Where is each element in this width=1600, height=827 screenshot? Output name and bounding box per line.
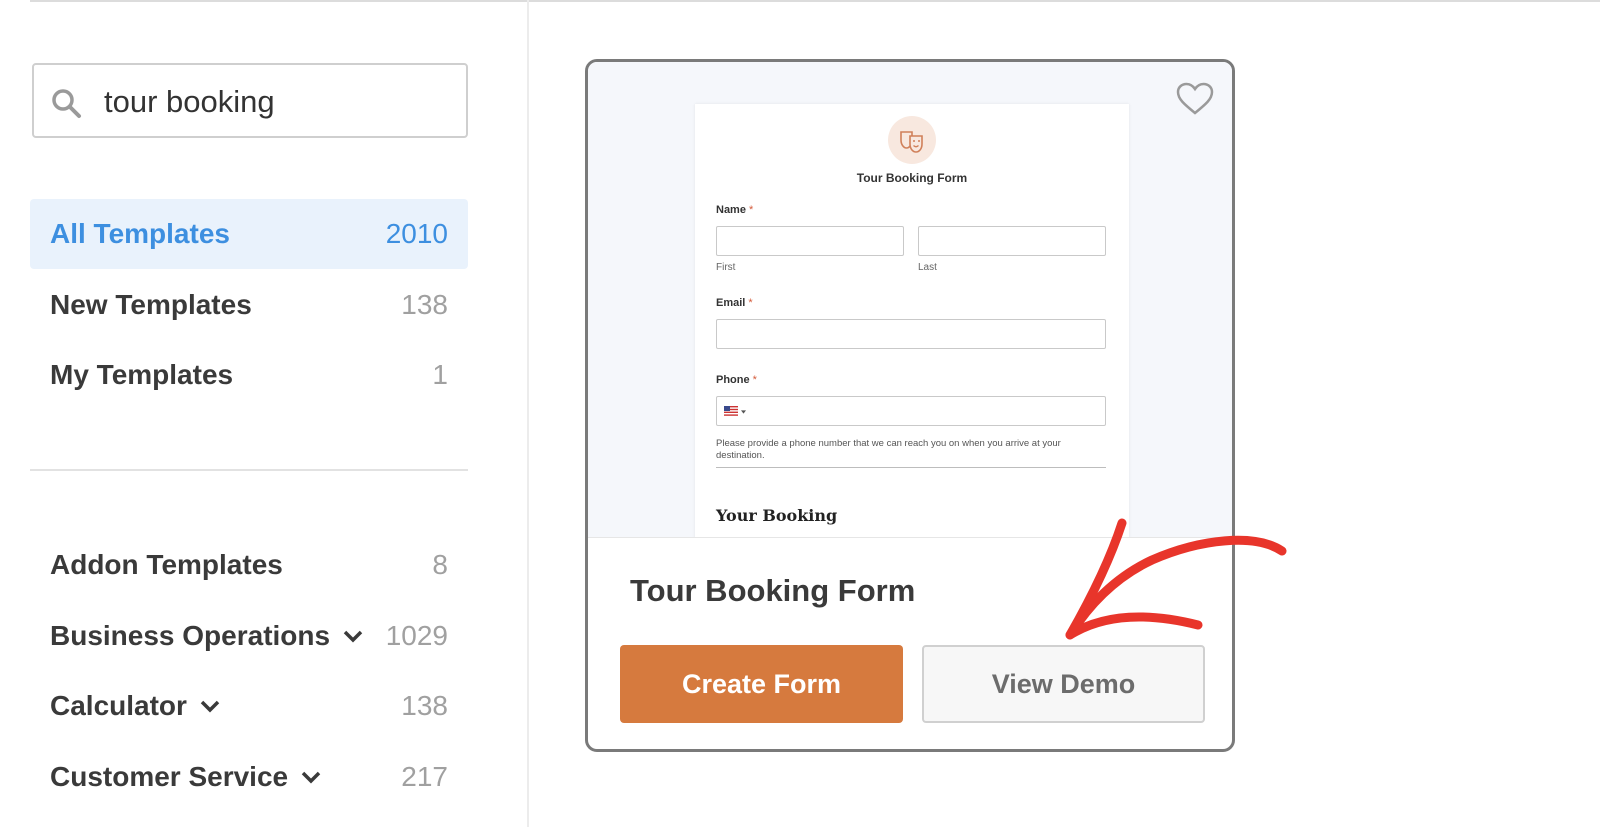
template-preview[interactable]: Tour Booking Form Name * First Last Email… [588,62,1232,538]
sidebar-item-count: 217 [401,761,448,792]
required-mark: * [748,297,753,309]
first-sublabel: First [716,262,736,273]
sidebar-separator [30,469,468,471]
chevron-down-icon[interactable] [342,629,364,643]
theater-masks-icon [888,116,936,164]
sidebar-item-label: Business Operations [50,620,331,651]
chevron-down-icon[interactable] [199,699,221,713]
sidebar-item-label: Addon Templates [50,549,283,580]
sidebar-item-all-templates[interactable]: All Templates 2010 [30,199,468,269]
sidebar-item-label: Calculator [50,690,187,721]
sidebar-item-count: 138 [401,289,448,320]
last-sublabel: Last [918,262,937,273]
create-form-button[interactable]: Create Form [620,645,903,723]
email-label-text: Email [716,297,746,309]
template-card[interactable]: Tour Booking Form Name * First Last Email… [585,59,1235,752]
name-field-label: Name * [716,204,753,216]
sidebar-item-label: New Templates [50,289,252,320]
search-input[interactable]: tour booking [32,63,468,138]
sidebar-item-count: 1029 [385,620,448,651]
top-rule [30,0,1600,2]
sidebar-item-my-templates[interactable]: My Templates 1 [30,340,468,410]
form-preview-sheet: Tour Booking Form Name * First Last Email… [695,104,1129,537]
sidebar-item-business-operations[interactable]: Business Operations 1029 [30,601,468,671]
name-label-text: Name [716,204,746,216]
sidebar-item-label-group: Business Operations [50,620,364,652]
sidebar-item-label-group: Customer Service [50,761,322,793]
sidebar-item-label-group: Calculator [50,690,221,722]
search-value[interactable]: tour booking [104,84,275,120]
sidebar-item-count: 8 [432,549,448,580]
phone-field-label: Phone * [716,374,757,386]
caret-down-icon [741,410,746,414]
last-name-field [918,226,1106,256]
first-name-field [716,226,904,256]
email-field-label: Email * [716,297,753,309]
sidebar-item-label: Customer Service [50,761,289,792]
sidebar-item-new-templates[interactable]: New Templates 138 [30,270,468,340]
view-demo-button[interactable]: View Demo [922,645,1205,723]
your-booking-heading: Your Booking [716,506,838,525]
template-title: Tour Booking Form [630,573,916,608]
heart-icon[interactable] [1176,82,1214,116]
sidebar-item-label: All Templates [50,218,230,249]
required-mark: * [752,374,757,386]
sidebar-item-calculator[interactable]: Calculator 138 [30,671,468,741]
form-preview-title: Tour Booking Form [856,171,968,185]
form-divider [716,467,1106,468]
sidebar-item-addon-templates[interactable]: Addon Templates 8 [30,530,468,600]
email-field [716,319,1106,349]
sidebar-item-customer-service[interactable]: Customer Service 217 [30,742,468,812]
required-mark: * [748,204,754,216]
us-flag-icon [724,406,738,416]
sidebar-item-count: 1 [432,359,448,390]
phone-help-text: Please provide a phone number that we ca… [716,438,1061,461]
phone-field [716,396,1106,426]
sidebar-divider [527,0,529,827]
sidebar-item-count: 2010 [385,218,448,249]
search-icon [52,89,81,118]
sidebar-item-label: My Templates [50,359,234,390]
phone-label-text: Phone [716,374,750,386]
chevron-down-icon[interactable] [300,770,322,784]
sidebar-item-count: 138 [401,690,448,721]
